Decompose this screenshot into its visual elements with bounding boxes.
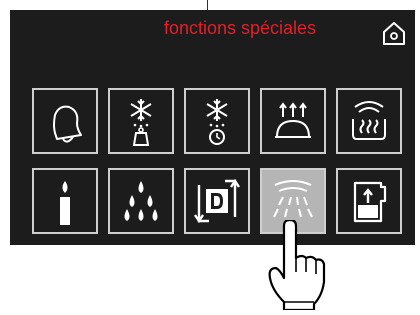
fill-water-icon [353, 181, 387, 223]
tile-candle[interactable] [32, 168, 98, 234]
proofing-icon [275, 102, 311, 138]
descaling-icon [194, 178, 240, 224]
candle-icon [60, 181, 70, 225]
tile-fill-water[interactable] [336, 168, 402, 234]
tile-defrost-weight[interactable] [108, 88, 174, 154]
tile-proofing[interactable] [260, 88, 326, 154]
tile-water-drops[interactable] [108, 168, 174, 234]
home-icon[interactable] [381, 20, 407, 46]
display-screen: fonctions spéciales [10, 10, 415, 245]
defrost-time-icon [206, 99, 228, 145]
page-title: fonctions spéciales [163, 18, 317, 38]
water-drops-icon [124, 181, 158, 221]
tile-defrost-time[interactable] [184, 88, 250, 154]
hand-pointer-icon [262, 218, 332, 312]
defrost-weight-icon [130, 99, 152, 146]
tile-bell[interactable] [32, 88, 98, 154]
tile-keep-warm[interactable] [336, 88, 402, 154]
tile-descaling[interactable] [184, 168, 250, 234]
top-marker-line [207, 0, 208, 10]
bell-icon [53, 105, 82, 143]
keep-warm-icon [352, 101, 386, 140]
